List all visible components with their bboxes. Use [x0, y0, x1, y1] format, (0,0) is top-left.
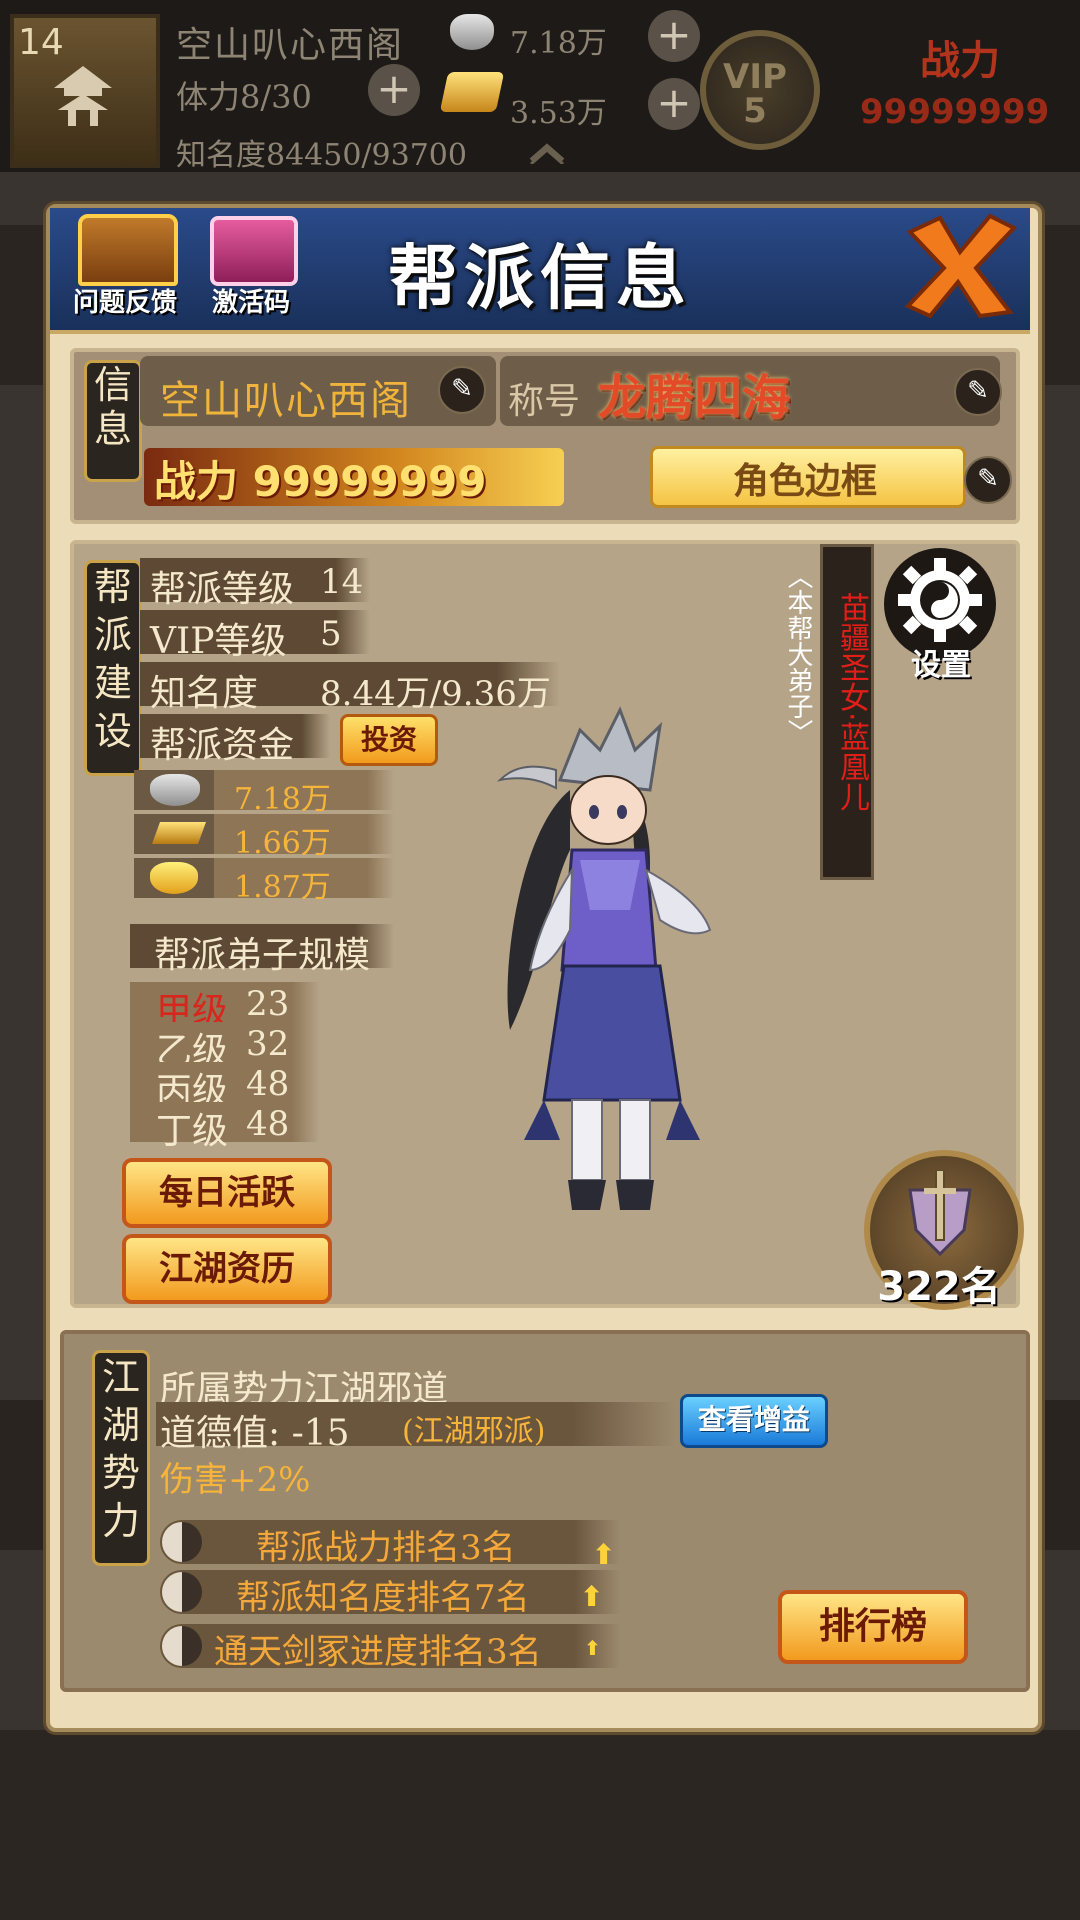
arrow-up-icon: ⬆ — [584, 1636, 601, 1660]
character-subtitle: 〈本帮大弟子〉 — [783, 563, 813, 745]
gold-bar-icon — [439, 72, 505, 112]
morality-note: (江湖邪派) — [402, 1414, 546, 1449]
vip-level-label: VIP等级 — [150, 621, 287, 662]
morality-text: 道德值: -15 — [160, 1413, 350, 1454]
chevron-up-icon[interactable] — [527, 140, 567, 164]
rank-value: 322名 — [877, 1264, 1001, 1310]
character-illustration[interactable] — [460, 670, 760, 1230]
grade-d-label: 丁级 — [156, 1111, 229, 1152]
silver-ingot-icon — [450, 14, 494, 50]
gold-bar-icon — [151, 822, 207, 844]
edit-frame-brush-icon[interactable]: ✎ — [964, 456, 1012, 504]
add-stamina-button[interactable]: + — [368, 64, 420, 116]
jianghu-tag: 江湖势力 — [92, 1350, 150, 1566]
fund-ingot-value: 1.87万 — [234, 870, 331, 905]
guild-power-rank: 帮派战力排名3名 — [256, 1528, 516, 1568]
character-name: 苗疆圣女·蓝凰儿 — [834, 592, 869, 812]
guild-level-label: 帮派等级 — [150, 569, 295, 610]
info-tag: 信息 — [84, 360, 142, 482]
gold-ingot-icon — [150, 862, 198, 894]
player-level: 14 — [18, 22, 64, 63]
gold-amount: 3.53万 — [510, 96, 607, 131]
tomb-progress-rank: 通天剑冢进度排名3名 — [214, 1632, 542, 1672]
leaderboard-button[interactable]: 排行榜 — [778, 1590, 968, 1664]
grade-b-value: 32 — [246, 1024, 290, 1064]
power-value: 99999999 — [860, 92, 1050, 132]
gift-box-icon[interactable] — [210, 216, 298, 286]
title-prefix: 称号 — [508, 381, 581, 422]
guild-level-value: 14 — [320, 562, 364, 602]
title-value: 龙腾四海 — [598, 370, 791, 426]
treasure-chest-icon[interactable] — [78, 214, 178, 286]
invest-button[interactable]: 投资 — [340, 714, 438, 766]
yin-yang-icon — [162, 1522, 202, 1562]
role-frame-label[interactable]: 角色边框 — [650, 452, 960, 504]
edit-name-brush-icon[interactable]: ✎ — [438, 366, 486, 414]
fund-silver-value: 7.18万 — [234, 782, 331, 817]
arrow-up-icon: ⬆ — [592, 1538, 616, 1571]
yin-yang-icon — [162, 1626, 202, 1666]
panel-title: 帮派信息 — [388, 237, 692, 319]
add-silver-button[interactable]: + — [648, 10, 700, 62]
daily-activity-button[interactable]: 每日活跃 — [122, 1158, 332, 1228]
stamina-text: 体力8/30 — [176, 78, 312, 116]
grade-d-value: 48 — [246, 1104, 290, 1144]
fund-gold-value: 1.66万 — [234, 826, 331, 861]
grade-c-value: 48 — [246, 1064, 290, 1104]
pagoda-icon — [54, 66, 112, 126]
settings-label[interactable]: 设置 — [896, 640, 986, 684]
silver-ingot-icon — [150, 774, 200, 806]
panel-power: 战力 99999999 — [154, 457, 487, 506]
guild-fame-rank: 帮派知名度排名7名 — [236, 1578, 530, 1618]
build-tag: 帮派建设 — [84, 560, 142, 776]
fame-text: 知名度84450/93700 — [176, 138, 467, 173]
vip-label: VIP 5 — [723, 57, 787, 131]
background-bottom — [0, 1730, 1080, 1920]
silver-amount: 7.18万 — [510, 26, 607, 61]
vip-level-value: 5 — [320, 614, 342, 654]
grade-a-value: 23 — [246, 984, 290, 1024]
feedback-button[interactable]: 问题反馈 — [60, 282, 190, 319]
add-gold-button[interactable]: + — [648, 78, 700, 130]
player-name: 空山叭心西阁 — [176, 25, 405, 66]
disciple-scale-label: 帮派弟子规模 — [154, 935, 371, 976]
view-bonus-button[interactable]: 查看增益 — [680, 1394, 828, 1448]
edit-title-brush-icon[interactable]: ✎ — [954, 368, 1002, 416]
yin-yang-icon — [162, 1572, 202, 1612]
jianghu-history-button[interactable]: 江湖资历 — [122, 1234, 332, 1304]
guild-name: 空山叭心西阁 — [160, 378, 412, 424]
damage-bonus: 伤害+2% — [160, 1460, 311, 1500]
close-icon[interactable] — [900, 212, 1020, 320]
fame-label: 知名度 — [150, 673, 259, 714]
power-label: 战力 — [920, 37, 1000, 84]
sword-shield-icon — [908, 1170, 972, 1257]
arrow-up-icon: ⬆ — [580, 1580, 604, 1613]
guild-fund-label: 帮派资金 — [150, 725, 295, 766]
activation-code-button[interactable]: 激活码 — [196, 282, 306, 319]
